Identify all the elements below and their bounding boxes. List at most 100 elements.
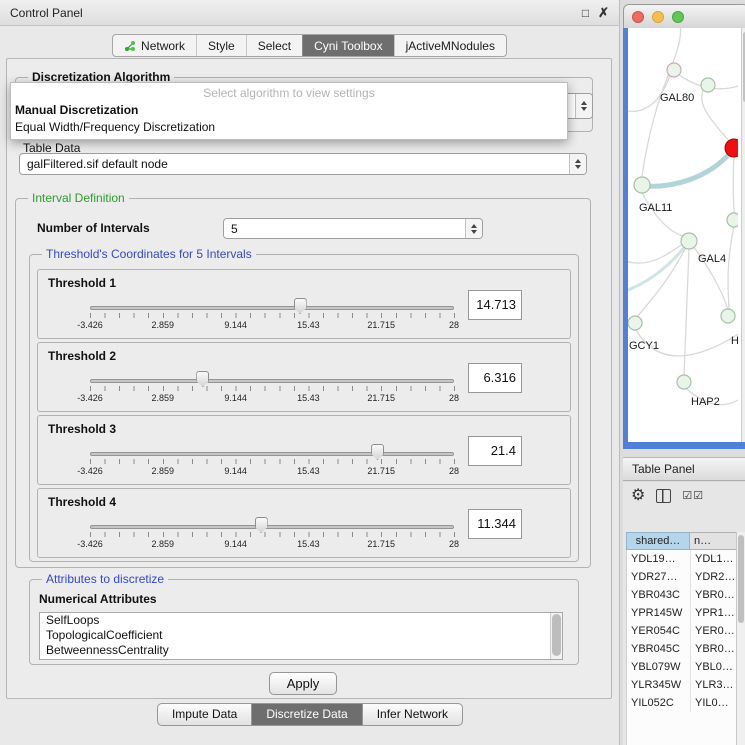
cell[interactable]: YBR045C (627, 640, 691, 658)
scale-label: 28 (449, 539, 459, 549)
number-of-intervals-stepper-icon[interactable] (465, 219, 482, 238)
option-equal-width-frequency-discretization[interactable]: Equal Width/Frequency Discretization (11, 119, 567, 136)
tab-select[interactable]: Select (246, 35, 302, 56)
table-row[interactable]: YIL052CYIL0… (627, 694, 738, 712)
apply-button[interactable]: Apply (269, 672, 337, 695)
threshold-2-value-field[interactable]: 6.316 (468, 363, 522, 393)
node-label-gal4: GAL4 (698, 253, 726, 265)
cell[interactable]: YBR0… (691, 586, 738, 604)
node-gal80[interactable] (701, 78, 715, 92)
minimize-window-icon[interactable] (652, 11, 664, 23)
tab-cyni-toolbox[interactable]: Cyni Toolbox (302, 35, 393, 56)
node[interactable] (721, 309, 735, 323)
threshold-4-value-field[interactable]: 11.344 (468, 509, 522, 539)
number-of-intervals-combo[interactable]: 5 (223, 218, 483, 239)
table-row[interactable]: YBR045CYBR0… (627, 640, 738, 658)
tab-impute-data[interactable]: Impute Data (157, 703, 252, 726)
threshold-1-slider-track[interactable] (90, 306, 454, 310)
node-gcy1[interactable] (628, 316, 642, 330)
gear-icon[interactable]: ⚙ (631, 488, 645, 504)
tab-style[interactable]: Style (196, 35, 246, 56)
table-row[interactable]: YDR27…YDR2… (627, 568, 738, 586)
node-hap2[interactable] (677, 375, 691, 389)
table-scrollbar[interactable] (736, 532, 745, 745)
cell[interactable]: YDL19… (627, 550, 691, 568)
network-canvas[interactable]: GAL80 GAL11 GAL4 GCY1 H HAP2 (623, 28, 745, 449)
table-data-combo[interactable]: galFiltered.sif default node (19, 153, 587, 175)
cell[interactable]: YDR27… (627, 568, 691, 586)
threshold-3-value-field[interactable]: 21.4 (468, 436, 522, 466)
float-panel-icon[interactable]: □ (582, 6, 589, 20)
scale-label: 28 (449, 393, 459, 403)
tab-network-label: Network (141, 39, 185, 53)
cell[interactable]: YER054C (627, 622, 691, 640)
threshold-4-slider-track[interactable] (90, 525, 454, 529)
node[interactable] (727, 213, 738, 227)
scrollbar-thumb[interactable] (552, 614, 561, 656)
network-window-titlebar[interactable] (623, 4, 745, 28)
cell[interactable]: YIL052C (627, 694, 691, 712)
attributes-list-scrollbar[interactable] (550, 613, 562, 659)
interval-definition-title: Interval Definition (28, 191, 129, 205)
threshold-1-slider-thumb[interactable] (294, 298, 307, 314)
cell[interactable]: YBR043C (627, 586, 691, 604)
threshold-3-panel: Threshold 3 -3.426 2.859 9.144 15.43 21.… (37, 415, 571, 485)
option-manual-discretization[interactable]: Manual Discretization (11, 102, 567, 119)
node-gal11[interactable] (634, 177, 650, 193)
network-icon (124, 40, 136, 52)
cell[interactable]: YDR2… (691, 568, 738, 586)
network-scrollbar[interactable] (741, 28, 745, 442)
cell[interactable]: YPR145W (627, 604, 691, 622)
table-row[interactable]: YBR043CYBR0… (627, 586, 738, 604)
cell[interactable]: YBL079W (627, 658, 691, 676)
scale-label: -3.426 (77, 466, 103, 476)
column-header-name[interactable]: n… (690, 532, 738, 550)
cell[interactable]: YBL0… (691, 658, 738, 676)
cell[interactable]: YIL0… (691, 694, 738, 712)
select-columns-icon[interactable]: ☑☑ (682, 490, 704, 502)
threshold-2-slider-thumb[interactable] (196, 371, 209, 387)
threshold-4-slider-ticks (90, 532, 455, 537)
scale-label: 9.144 (224, 393, 247, 403)
cell[interactable]: YLR345W (627, 676, 691, 694)
table-row[interactable]: YBL079WYBL0… (627, 658, 738, 676)
control-panel-titlebar: Control Panel □ ✗ (0, 0, 619, 26)
cell[interactable]: YER0… (691, 622, 738, 640)
column-header-shared-name[interactable]: shared… (626, 532, 690, 550)
threshold-3-label: Threshold 3 (48, 422, 116, 436)
zoom-window-icon[interactable] (672, 11, 684, 23)
columns-icon[interactable] (656, 489, 671, 503)
node[interactable] (667, 63, 681, 77)
cell[interactable]: YBR0… (691, 640, 738, 658)
list-item-selfloops[interactable]: SelfLoops (40, 613, 562, 628)
threshold-1-value-field[interactable]: 14.713 (468, 290, 522, 320)
close-panel-icon[interactable]: ✗ (598, 5, 609, 21)
close-window-icon[interactable] (632, 11, 644, 23)
tab-infer-network[interactable]: Infer Network (362, 703, 463, 726)
cell[interactable]: YPR1… (691, 604, 738, 622)
node-gal4[interactable] (681, 233, 697, 249)
table-row[interactable]: YLR345WYLR3… (627, 676, 738, 694)
cell[interactable]: YLR3… (691, 676, 738, 694)
table-panel-title: Table Panel (632, 462, 695, 476)
table-row[interactable]: YDL19…YDL1… (627, 550, 738, 568)
threshold-3-slider-thumb[interactable] (371, 444, 384, 460)
tab-discretize-data[interactable]: Discretize Data (251, 703, 362, 726)
list-item-betweennesscentrality[interactable]: BetweennessCentrality (40, 643, 562, 658)
scrollbar-thumb[interactable] (738, 535, 744, 623)
cell[interactable]: YDL1… (691, 550, 738, 568)
list-item-topologicalcoefficient[interactable]: TopologicalCoefficient (40, 628, 562, 643)
threshold-3-slider-track[interactable] (90, 452, 454, 456)
table-row[interactable]: YPR145WYPR1… (627, 604, 738, 622)
threshold-2-slider-track[interactable] (90, 379, 454, 383)
threshold-4-slider-thumb[interactable] (255, 517, 268, 533)
highlighted-edge[interactable] (645, 153, 730, 186)
algorithm-combo-stepper-icon[interactable] (575, 94, 592, 118)
selected-red-node[interactable] (725, 139, 738, 157)
tab-network[interactable]: Network (113, 35, 196, 56)
table-row[interactable]: YER054CYER0… (627, 622, 738, 640)
titlebar-icons: □ ✗ (582, 5, 609, 21)
scale-label: 2.859 (152, 320, 175, 330)
table-data-stepper-icon[interactable] (569, 154, 586, 174)
tab-jactivemnodules[interactable]: jActiveMNodules (394, 35, 506, 56)
